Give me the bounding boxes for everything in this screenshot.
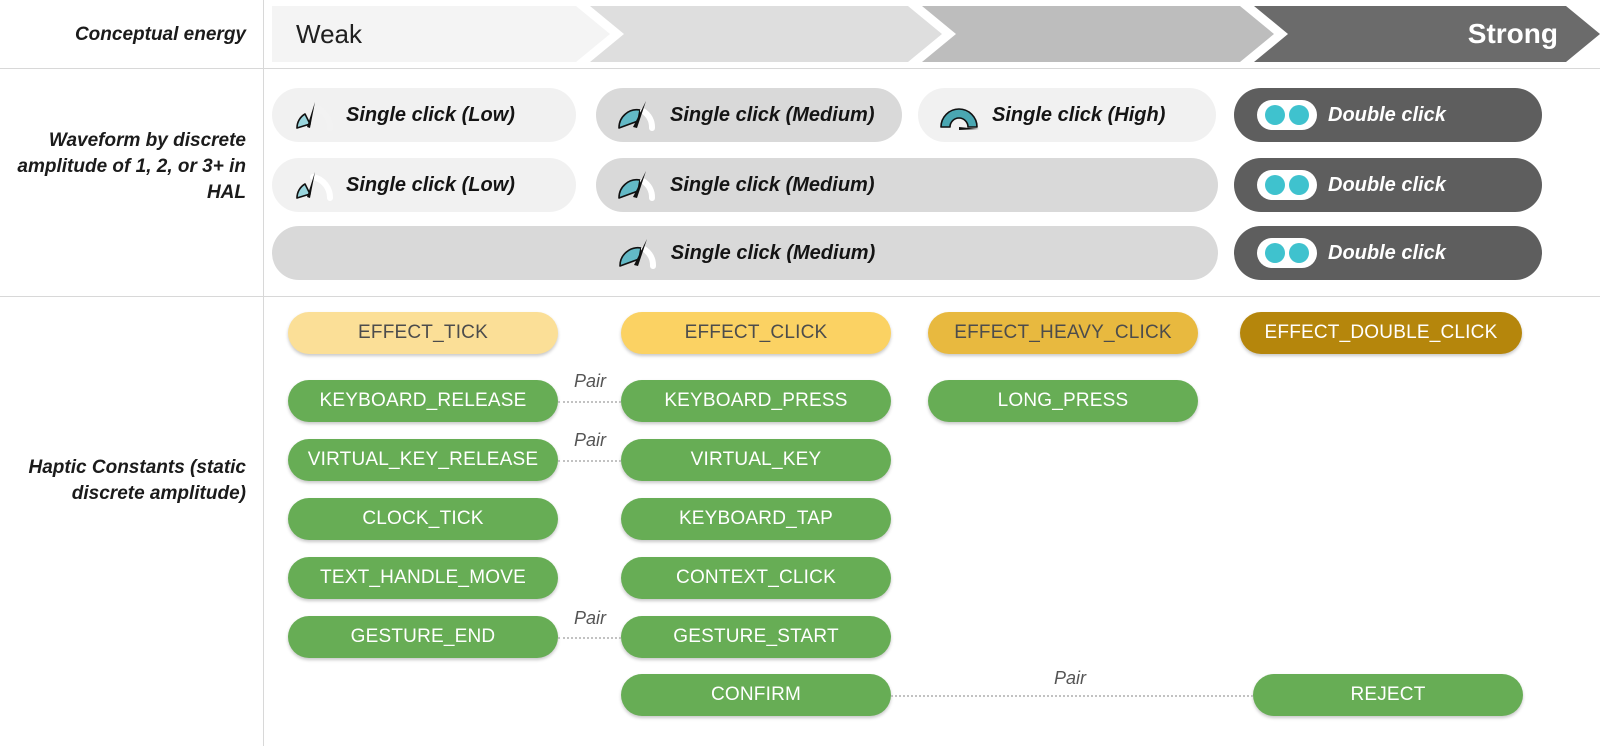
gauge-high-icon — [936, 98, 982, 132]
waveform-cell-single-click-low-2[interactable]: Single click (Low) — [272, 158, 576, 212]
gauge-medium-icon — [615, 236, 661, 270]
chip-gesture-start[interactable]: GESTURE_START — [621, 616, 891, 658]
waveform-cell-label: Single click (High) — [992, 103, 1166, 126]
waveform-cell-label: Double click — [1328, 241, 1446, 264]
energy-segment-weak: Weak — [272, 6, 610, 62]
energy-label-strong: Strong — [1467, 18, 1558, 49]
row-label-conceptual-energy: Conceptual energy — [74, 24, 246, 45]
chip-effect-double-click[interactable]: EFFECT_DOUBLE_CLICK — [1240, 312, 1522, 354]
chip-keyboard-press[interactable]: KEYBOARD_PRESS — [621, 380, 891, 422]
pair-label: Pair — [573, 430, 606, 450]
row-divider-energy — [0, 68, 1600, 69]
pair-label: Pair — [573, 608, 606, 628]
pair-connector — [558, 401, 621, 403]
double-click-icon — [1256, 237, 1318, 269]
haptics-spectrum-diagram: Conceptual energy Weak Strong Waveform b… — [0, 0, 1600, 746]
chip-virtual-key-release[interactable]: VIRTUAL_KEY_RELEASE — [288, 439, 558, 481]
gauge-medium-icon — [614, 168, 660, 202]
chip-context-click[interactable]: CONTEXT_CLICK — [621, 557, 891, 599]
pair-connector — [558, 460, 621, 462]
waveform-cell-single-click-low[interactable]: Single click (Low) — [272, 88, 576, 142]
waveform-cell-label: Single click (Medium) — [670, 241, 876, 264]
gauge-medium-icon — [614, 98, 660, 132]
waveform-cell-label: Single click (Low) — [346, 103, 515, 126]
pair-connector — [558, 637, 621, 639]
conceptual-energy-bar: Weak Strong — [272, 6, 1600, 62]
chip-clock-tick[interactable]: CLOCK_TICK — [288, 498, 558, 540]
double-click-icon — [1256, 99, 1318, 131]
waveform-cell-single-click-medium-2[interactable]: Single click (Medium) — [596, 158, 1218, 212]
energy-segment-2 — [590, 6, 942, 62]
energy-segment-3 — [922, 6, 1274, 62]
waveform-cell-label: Single click (Low) — [346, 173, 515, 196]
waveform-cell-double-click[interactable]: Double click — [1234, 88, 1542, 142]
row-divider-waveform — [0, 296, 1600, 297]
waveform-cell-label: Double click — [1328, 103, 1446, 126]
energy-segment-strong: Strong — [1254, 6, 1600, 62]
gauge-low-icon — [290, 168, 336, 202]
waveform-cell-label: Double click — [1328, 173, 1446, 196]
chip-keyboard-tap[interactable]: KEYBOARD_TAP — [621, 498, 891, 540]
gauge-low-icon — [290, 98, 336, 132]
chip-text-handle-move[interactable]: TEXT_HANDLE_MOVE — [288, 557, 558, 599]
chip-reject[interactable]: REJECT — [1253, 674, 1523, 716]
column-divider — [263, 0, 264, 746]
waveform-cell-label: Single click (Medium) — [670, 103, 875, 126]
waveform-cell-double-click-2[interactable]: Double click — [1234, 158, 1542, 212]
pair-label: Pair — [1053, 668, 1086, 688]
chip-effect-heavy-click[interactable]: EFFECT_HEAVY_CLICK — [928, 312, 1198, 354]
waveform-cell-single-click-medium-3[interactable]: Single click (Medium) — [272, 226, 1218, 280]
chip-effect-tick[interactable]: EFFECT_TICK — [288, 312, 558, 354]
waveform-cell-label: Single click (Medium) — [670, 173, 875, 196]
waveform-cell-single-click-medium[interactable]: Single click (Medium) — [596, 88, 902, 142]
chip-confirm[interactable]: CONFIRM — [621, 674, 891, 716]
chip-gesture-end[interactable]: GESTURE_END — [288, 616, 558, 658]
pair-connector — [891, 695, 1253, 697]
chip-keyboard-release[interactable]: KEYBOARD_RELEASE — [288, 380, 558, 422]
waveform-cell-double-click-3[interactable]: Double click — [1234, 226, 1542, 280]
pair-label: Pair — [573, 371, 606, 391]
chip-effect-click[interactable]: EFFECT_CLICK — [621, 312, 891, 354]
row-label-haptic-constants: Haptic Constants (static discrete amplit… — [28, 457, 246, 504]
chip-long-press[interactable]: LONG_PRESS — [928, 380, 1198, 422]
energy-label-weak: Weak — [296, 18, 362, 49]
row-label-waveform: Waveform by discrete amplitude of 1, 2, … — [17, 130, 246, 203]
double-click-icon — [1256, 169, 1318, 201]
chip-virtual-key[interactable]: VIRTUAL_KEY — [621, 439, 891, 481]
waveform-cell-single-click-high[interactable]: Single click (High) — [918, 88, 1216, 142]
